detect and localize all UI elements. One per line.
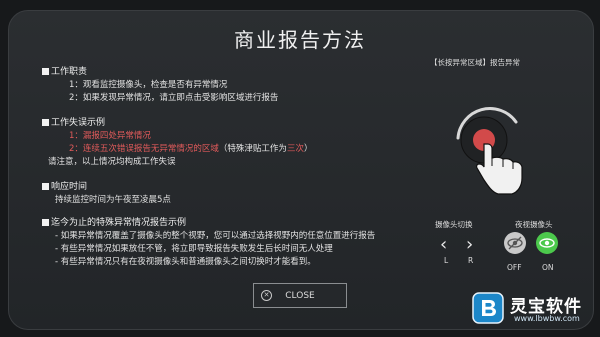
brand-url: www.lbwbw.com	[514, 314, 580, 323]
section-examples-heading: 迄今为止的特殊异常情况报告示例	[42, 215, 186, 228]
example-item-1: - 如果异常情况覆盖了摄像头的整个视野，您可以通过选择视野内的任意位置进行报告	[55, 231, 376, 241]
failure-item-2: 2：连续五次错误报告无异常情况的区域（特殊津贴工作为三次）	[69, 144, 313, 154]
camera-right-label: R	[468, 256, 474, 265]
tap-hand-illustration	[456, 107, 523, 195]
camera-left-icon[interactable]: ‹	[440, 234, 447, 255]
section-duties-heading: 工作职责	[42, 64, 87, 77]
night-vision-on-icon[interactable]	[535, 231, 559, 255]
hint-label: 【长按异常区域】报告异常	[430, 58, 520, 67]
response-text: 持续监控时间为午夜至凌晨5点	[55, 195, 171, 205]
failure-item-1: 1：漏报四处异常情况	[69, 131, 151, 141]
bullet-square-icon	[42, 67, 49, 75]
close-button[interactable]: ✕ CLOSE	[253, 283, 347, 308]
example-item-3: - 有些异常情况只有在夜视摄像头和普通摄像头之间切换时才能看到。	[55, 257, 316, 267]
brand-watermark: 灵宝软件 www.lbwbw.com	[470, 290, 600, 337]
camera-left-label: L	[444, 256, 449, 265]
camera-right-icon[interactable]: ›	[466, 234, 473, 255]
page-title: 商业报告方法	[234, 28, 366, 52]
failure-summary: 请注意，以上情况均构成工作失误	[48, 157, 176, 167]
section-failures-heading: 工作失误示例	[42, 115, 105, 128]
bullet-square-icon	[42, 218, 49, 226]
night-vision-off-icon[interactable]	[503, 231, 527, 255]
brand-logo-icon	[472, 292, 504, 324]
night-vision-label: 夜视摄像头	[515, 220, 553, 229]
close-button-label: CLOSE	[285, 291, 315, 301]
example-item-2: - 有些异常情况如果放任不管，将立即导致报告失败发生后长时间无人处理	[55, 244, 333, 254]
duty-item-1: 1：观看监控摄像头，检查是否有异常情况	[69, 80, 228, 90]
camera-switch-label: 摄像头切换	[435, 220, 473, 229]
duty-item-2: 2：如果发现异常情况，请立即点击受影响区域进行报告	[69, 93, 279, 103]
night-vision-off-label: OFF	[507, 263, 522, 272]
bullet-square-icon	[42, 182, 49, 190]
night-vision-on-label: ON	[542, 263, 554, 272]
bullet-square-icon	[42, 118, 49, 126]
section-response-heading: 响应时间	[42, 179, 87, 192]
